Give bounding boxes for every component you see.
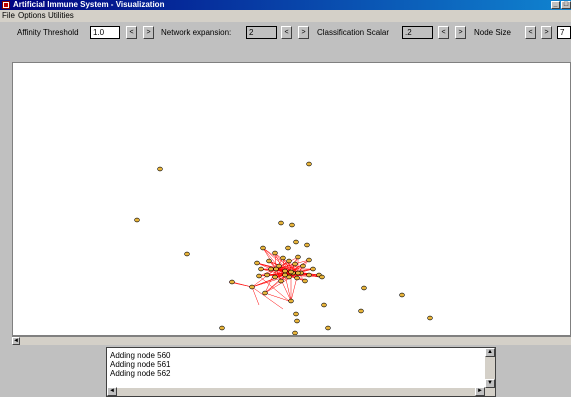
network-increase-button[interactable]: > [298, 26, 309, 39]
menu-file[interactable]: File [2, 11, 15, 21]
network-node[interactable] [258, 266, 264, 272]
menu-options[interactable]: Options [18, 11, 46, 21]
classification-scalar-field[interactable]: .2 [402, 26, 433, 39]
minimize-button[interactable]: _ [551, 1, 560, 9]
network-node[interactable] [280, 255, 286, 261]
window-title: Artificial Immune System - Visualization [13, 0, 165, 9]
log-line: Adding node 562 [110, 369, 171, 378]
network-node[interactable] [288, 298, 294, 304]
network-node[interactable] [278, 278, 284, 284]
log-scroll-right-arrow-icon[interactable]: ► [475, 387, 485, 396]
network-node[interactable] [361, 285, 367, 291]
network-node[interactable] [282, 268, 288, 274]
title-bar: Artificial Immune System - Visualization… [0, 0, 571, 10]
menu-utilities[interactable]: Utilities [48, 11, 74, 21]
network-node[interactable] [295, 270, 301, 276]
network-node[interactable] [306, 161, 312, 167]
nodesize-decrease-button[interactable]: < [525, 26, 536, 39]
network-node[interactable] [292, 261, 298, 267]
network-expansion-label: Network expansion: [161, 28, 232, 37]
network-node[interactable] [295, 254, 301, 260]
nodesize-increase-button[interactable]: > [541, 26, 552, 39]
canvas-horizontal-scrollbar[interactable]: ◄ [12, 336, 571, 345]
network-node[interactable] [325, 325, 331, 331]
network-node[interactable] [427, 315, 433, 321]
network-node[interactable] [262, 290, 268, 296]
network-node[interactable] [304, 242, 310, 248]
network-node[interactable] [285, 245, 291, 251]
app-icon [2, 1, 10, 9]
menu-bar: File Options Utilities [0, 10, 571, 22]
network-node[interactable] [319, 274, 325, 280]
network-node[interactable] [294, 318, 300, 324]
network-node[interactable] [310, 266, 316, 272]
log-scroll-left-arrow-icon[interactable]: ◄ [107, 387, 117, 396]
affinity-increase-button[interactable]: > [143, 26, 154, 39]
network-node[interactable] [134, 217, 140, 223]
network-graph [134, 161, 433, 335]
network-node[interactable] [288, 269, 294, 275]
network-node[interactable] [358, 308, 364, 314]
network-expansion-field[interactable]: 2 [246, 26, 277, 39]
network-node[interactable] [321, 302, 327, 308]
scroll-down-arrow-icon[interactable]: ▼ [485, 379, 495, 388]
network-node[interactable] [256, 273, 262, 279]
classification-scalar-label: Classification Scalar [317, 28, 390, 37]
network-node[interactable] [219, 325, 225, 331]
network-node[interactable] [282, 272, 288, 278]
node-size-field[interactable]: 7 [557, 26, 571, 39]
network-node[interactable] [254, 260, 260, 266]
log-line: Adding node 561 [110, 360, 171, 369]
network-node[interactable] [306, 272, 312, 278]
affinity-decrease-button[interactable]: < [126, 26, 137, 39]
scroll-left-arrow-icon[interactable]: ◄ [12, 337, 20, 345]
network-node[interactable] [157, 166, 163, 172]
network-node[interactable] [292, 330, 298, 335]
network-edge [264, 292, 290, 302]
network-node[interactable] [184, 251, 190, 257]
network-edge [231, 281, 253, 288]
network-edge [251, 286, 284, 310]
network-node[interactable] [229, 279, 235, 285]
network-node[interactable] [272, 250, 278, 256]
network-node[interactable] [260, 245, 266, 251]
maximize-button[interactable]: □ [561, 1, 571, 9]
network-node[interactable] [264, 272, 270, 278]
affinity-threshold-field[interactable]: 1.0 [90, 26, 120, 39]
classification-decrease-button[interactable]: < [438, 26, 449, 39]
network-node[interactable] [278, 220, 284, 226]
network-node[interactable] [266, 258, 272, 264]
network-node[interactable] [399, 292, 405, 298]
classification-increase-button[interactable]: > [455, 26, 466, 39]
network-edge [258, 275, 290, 302]
network-node[interactable] [294, 275, 300, 281]
network-node[interactable] [272, 274, 278, 280]
affinity-threshold-label: Affinity Threshold [17, 28, 79, 37]
network-node[interactable] [286, 258, 292, 264]
log-line: Adding node 560 [110, 351, 171, 360]
network-node[interactable] [273, 266, 279, 272]
network-node[interactable] [300, 263, 306, 269]
network-node[interactable] [293, 239, 299, 245]
network-node[interactable] [306, 257, 312, 263]
scroll-up-arrow-icon[interactable]: ▲ [485, 348, 495, 357]
network-visualization-canvas[interactable] [12, 62, 571, 336]
network-node[interactable] [293, 311, 299, 317]
log-vertical-scrollbar[interactable]: ▲ ▼ [485, 348, 495, 396]
network-node[interactable] [268, 266, 274, 272]
network-node[interactable] [249, 284, 255, 290]
network-node[interactable] [302, 278, 308, 284]
log-horizontal-scrollbar[interactable]: ◄ ► [107, 387, 485, 396]
node-size-label: Node Size [474, 28, 511, 37]
log-output-area[interactable]: Adding node 560 Adding node 561 Adding n… [106, 347, 496, 397]
network-node[interactable] [289, 222, 295, 228]
network-decrease-button[interactable]: < [281, 26, 292, 39]
